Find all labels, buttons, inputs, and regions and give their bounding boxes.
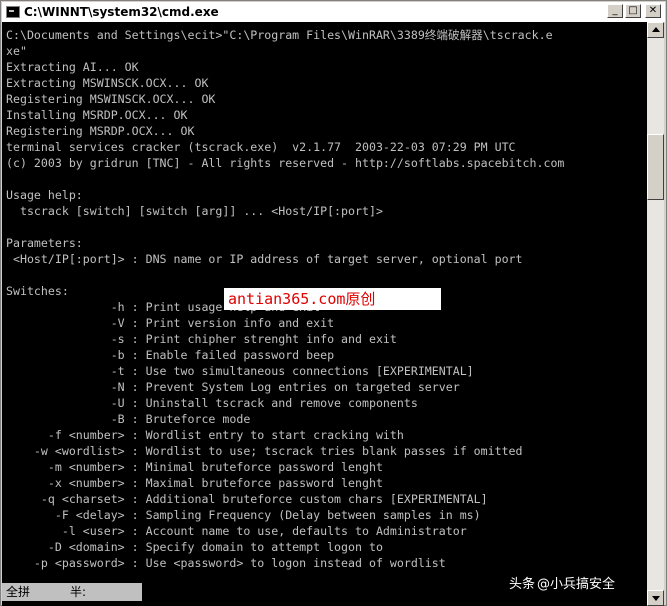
close-button[interactable]: ✕ xyxy=(645,4,661,18)
ime-mode[interactable]: 全拼 xyxy=(2,583,66,601)
console-line: Usage help: xyxy=(6,188,83,202)
console-line: -t : Use two simultaneous connections [E… xyxy=(6,364,474,378)
console-line: -q <charset> : Additional bruteforce cus… xyxy=(6,492,488,506)
window-title: C:\WINNT\system32\cmd.exe xyxy=(24,5,219,19)
arrow-up-icon xyxy=(652,27,660,32)
console-line: Extracting MSWINSCK.OCX... OK xyxy=(6,76,209,90)
watermark-prefix: 头条 xyxy=(509,576,536,592)
console-line: (c) 2003 by gridrun [TNC] - All rights r… xyxy=(6,156,565,170)
console-line: -f <number> : Wordlist entry to start cr… xyxy=(6,428,404,442)
console-app-icon[interactable] xyxy=(6,6,20,18)
console-line: terminal services cracker (tscrack.exe) … xyxy=(6,140,516,154)
console-line: Extracting AI... OK xyxy=(6,60,139,74)
console-line: -b : Enable failed password beep xyxy=(6,348,335,362)
maximize-button[interactable]: □ xyxy=(625,4,641,18)
console-line: xe" xyxy=(6,44,27,58)
console-line: tscrack [switch] [switch [arg]] ... <Hos… xyxy=(6,204,383,218)
console-line: Registering MSRDP.OCX... OK xyxy=(6,124,195,138)
watermark-label: antian365.com原创 xyxy=(224,288,441,310)
title-bar[interactable]: C:\WINNT\system32\cmd.exe _ □ ✕ xyxy=(2,2,665,22)
console-line: -V : Print version info and exit xyxy=(6,316,335,330)
ime-status-bar[interactable]: 全拼 半: xyxy=(2,583,142,601)
console-line: <Host/IP[:port]> : DNS name or IP addres… xyxy=(6,252,523,266)
console-line: -w <wordlist> : Wordlist to use; tscrack… xyxy=(6,444,523,458)
console-output[interactable]: C:\Documents and Settings\ecit>"C:\Progr… xyxy=(2,22,647,606)
console-line: -l <user> : Account name to use, default… xyxy=(6,524,467,538)
scroll-down-button[interactable] xyxy=(647,590,664,606)
ime-width[interactable]: 半: xyxy=(66,583,130,601)
console-line: -D <domain> : Specify domain to attempt … xyxy=(6,540,383,554)
console-line: C:\Documents and Settings\ecit>"C:\Progr… xyxy=(6,28,553,42)
vertical-scrollbar[interactable] xyxy=(647,22,664,606)
console-line: Installing MSRDP.OCX... OK xyxy=(6,108,188,122)
console-line: -U : Uninstall tscrack and remove compon… xyxy=(6,396,418,410)
source-watermark: 头条 @小兵搞安全 xyxy=(509,567,615,597)
window-controls: _ □ ✕ xyxy=(607,4,661,18)
console-line: -s : Print chipher strenght info and exi… xyxy=(6,332,397,346)
cmd-window: C:\WINNT\system32\cmd.exe _ □ ✕ C:\Docum… xyxy=(0,0,667,606)
console-line: Registering MSWINSCK.OCX... OK xyxy=(6,92,216,106)
console-line: -B : Bruteforce mode xyxy=(6,412,251,426)
watermark-handle: @小兵搞安全 xyxy=(537,576,616,592)
console-line: Parameters: xyxy=(6,236,83,250)
arrow-down-icon xyxy=(652,596,660,601)
console-line: -m <number> : Minimal bruteforce passwor… xyxy=(6,460,383,474)
console-line: -x <number> : Maximal bruteforce passwor… xyxy=(6,476,383,490)
scroll-up-button[interactable] xyxy=(647,22,664,38)
scrollbar-thumb[interactable] xyxy=(647,134,664,200)
console-line: -F <delay> : Sampling Frequency (Delay b… xyxy=(6,508,481,522)
console-line: -N : Prevent System Log entries on targe… xyxy=(6,380,460,394)
minimize-button[interactable]: _ xyxy=(607,4,623,18)
